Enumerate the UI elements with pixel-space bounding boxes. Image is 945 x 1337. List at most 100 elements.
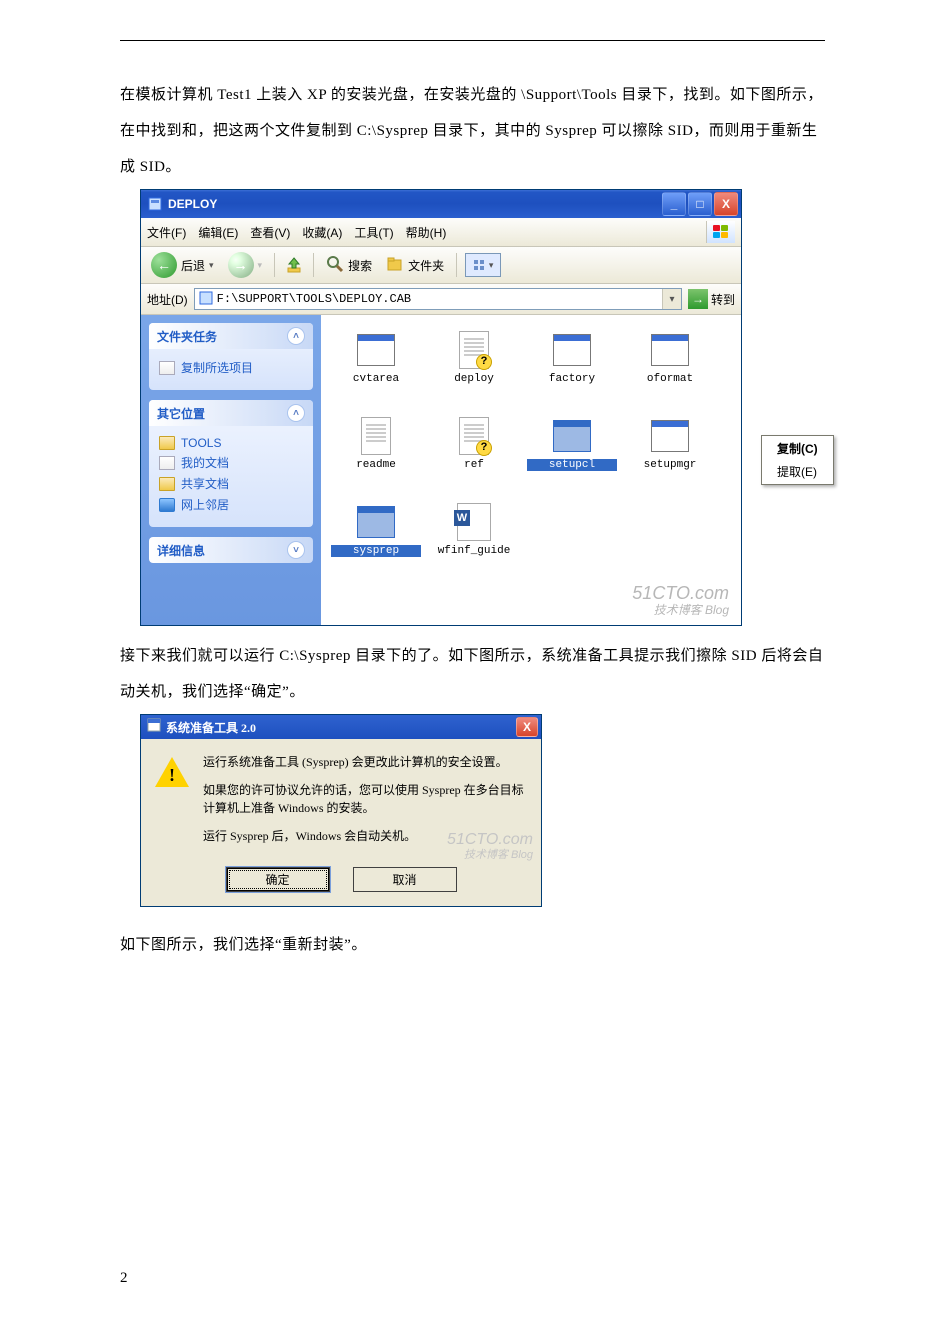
application-icon <box>357 506 395 538</box>
toolbar-separator <box>274 253 275 277</box>
dialog-title: 系统准备工具 2.0 <box>166 719 256 736</box>
folders-icon <box>386 255 404 276</box>
application-icon <box>651 420 689 452</box>
help-file-icon <box>459 417 489 455</box>
other-place-mydocs[interactable]: 我的文档 <box>159 454 303 471</box>
menu-help[interactable]: 帮助(H) <box>406 224 447 241</box>
file-label: sysprep <box>331 545 421 557</box>
word-doc-icon <box>457 503 491 541</box>
ok-button[interactable]: 确定 <box>226 867 330 892</box>
forward-button[interactable]: → ▾ <box>224 250 267 280</box>
minimize-button[interactable]: _ <box>662 192 686 216</box>
file-label: wfinf_guide <box>429 545 519 557</box>
folder-icon <box>159 436 175 450</box>
up-button[interactable] <box>283 254 305 276</box>
go-button[interactable]: → 转到 <box>688 289 735 309</box>
details-heading: 详细信息 <box>157 542 205 559</box>
context-menu: 复制(C) 提取(E) <box>761 435 834 485</box>
file-label: cvtarea <box>331 373 421 385</box>
side-pane: 文件夹任务 ˄ 复制所选项目 其它位置 ˄ <box>141 315 321 625</box>
forward-icon: → <box>228 252 254 278</box>
file-item-sysprep[interactable]: sysprep <box>331 499 421 579</box>
search-button[interactable]: 搜索 <box>322 253 376 278</box>
context-copy[interactable]: 复制(C) <box>763 437 832 460</box>
menubar: 文件(F) 编辑(E) 查看(V) 收藏(A) 工具(T) 帮助(H) <box>141 218 741 247</box>
file-item-ref[interactable]: ref <box>429 413 519 493</box>
file-label: deploy <box>429 373 519 385</box>
warning-icon <box>155 757 189 787</box>
expand-button[interactable]: ˅ <box>287 541 305 559</box>
page-number: 2 <box>120 1270 128 1287</box>
file-label: oformat <box>625 373 715 385</box>
file-item-deploy[interactable]: deploy <box>429 327 519 407</box>
views-button[interactable]: ▾ <box>465 253 501 277</box>
details-box: 详细信息 ˅ <box>149 537 313 563</box>
context-extract[interactable]: 提取(E) <box>763 460 832 483</box>
file-item-oformat[interactable]: oformat <box>625 327 715 407</box>
cancel-button[interactable]: 取消 <box>353 867 457 892</box>
back-button[interactable]: ← 后退 ▾ <box>147 250 218 280</box>
address-input[interactable]: F:\SUPPORT\TOOLS\DEPLOY.CAB ▾ <box>194 288 682 310</box>
menu-file[interactable]: 文件(F) <box>147 224 186 241</box>
cabinet-icon <box>147 196 163 212</box>
address-path: F:\SUPPORT\TOOLS\DEPLOY.CAB <box>217 292 411 306</box>
paragraph-1: 在模板计算机 Test1 上装入 XP 的安装光盘，在安装光盘的 \Suppor… <box>120 77 825 185</box>
other-places-box: 其它位置 ˄ TOOLS 我的文档 共享文档 网上邻居 <box>149 400 313 527</box>
watermark: 51CTO.com 技术博客 Blog <box>447 831 533 861</box>
chevron-down-icon: ▾ <box>489 260 494 271</box>
copy-icon <box>159 361 175 375</box>
file-item-cvtarea[interactable]: cvtarea <box>331 327 421 407</box>
search-icon <box>326 255 344 276</box>
chevron-down-icon: ▾ <box>209 260 214 271</box>
back-label: 后退 <box>181 257 205 274</box>
explorer-window: DEPLOY _ □ X 文件(F) 编辑(E) 查看(V) 收藏(A) 工具(… <box>140 189 742 626</box>
file-item-readme[interactable]: readme <box>331 413 421 493</box>
other-place-tools[interactable]: TOOLS <box>159 436 303 450</box>
folders-button[interactable]: 文件夹 <box>382 253 448 278</box>
other-place-label: 网上邻居 <box>181 496 229 513</box>
menu-view[interactable]: 查看(V) <box>250 224 290 241</box>
file-label: readme <box>331 459 421 471</box>
titlebar[interactable]: DEPLOY _ □ X <box>141 190 741 218</box>
other-place-shared[interactable]: 共享文档 <box>159 475 303 492</box>
other-places-heading: 其它位置 <box>157 405 205 422</box>
application-icon <box>553 334 591 366</box>
file-list[interactable]: cvtarea deploy factory oformat readme re… <box>321 315 741 625</box>
cabinet-icon <box>199 291 213 308</box>
file-item-wfinfguide[interactable]: wfinf_guide <box>429 499 519 579</box>
addressbar: 地址(D) F:\SUPPORT\TOOLS\DEPLOY.CAB ▾ → 转到 <box>141 284 741 315</box>
file-item-setupcl[interactable]: setupcl <box>527 413 617 493</box>
address-label: 地址(D) <box>147 291 188 308</box>
menu-fav[interactable]: 收藏(A) <box>302 224 342 241</box>
collapse-button[interactable]: ˄ <box>287 404 305 422</box>
application-icon <box>553 420 591 452</box>
other-place-network[interactable]: 网上邻居 <box>159 496 303 513</box>
dialog-titlebar[interactable]: 系统准备工具 2.0 X <box>141 715 541 739</box>
address-dropdown[interactable]: ▾ <box>662 289 681 309</box>
documents-icon <box>159 456 175 470</box>
windows-logo-icon <box>706 221 735 243</box>
copy-selected-link[interactable]: 复制所选项目 <box>159 359 303 376</box>
menu-tool[interactable]: 工具(T) <box>354 224 393 241</box>
network-icon <box>159 498 175 512</box>
go-icon: → <box>688 289 708 309</box>
folder-tasks-box: 文件夹任务 ˄ 复制所选项目 <box>149 323 313 390</box>
maximize-button[interactable]: □ <box>688 192 712 216</box>
dialog-close-button[interactable]: X <box>516 717 538 737</box>
collapse-button[interactable]: ˄ <box>287 327 305 345</box>
text-file-icon <box>361 417 391 455</box>
top-rule <box>120 40 825 41</box>
search-label: 搜索 <box>348 257 372 274</box>
menu-edit[interactable]: 编辑(E) <box>198 224 238 241</box>
toolbar: ← 后退 ▾ → ▾ 搜索 文件夹 <box>141 247 741 284</box>
application-icon <box>357 334 395 366</box>
toolbar-separator <box>456 253 457 277</box>
file-item-factory[interactable]: factory <box>527 327 617 407</box>
window-title: DEPLOY <box>168 197 217 211</box>
explorer-close-button[interactable]: X <box>714 192 738 216</box>
chevron-down-icon: ▾ <box>258 260 263 271</box>
paragraph-3: 如下图所示，我们选择“重新封装”。 <box>120 927 825 963</box>
file-label: factory <box>527 373 617 385</box>
file-item-setupmgr[interactable]: setupmgr <box>625 413 715 493</box>
file-label: setupcl <box>527 459 617 471</box>
